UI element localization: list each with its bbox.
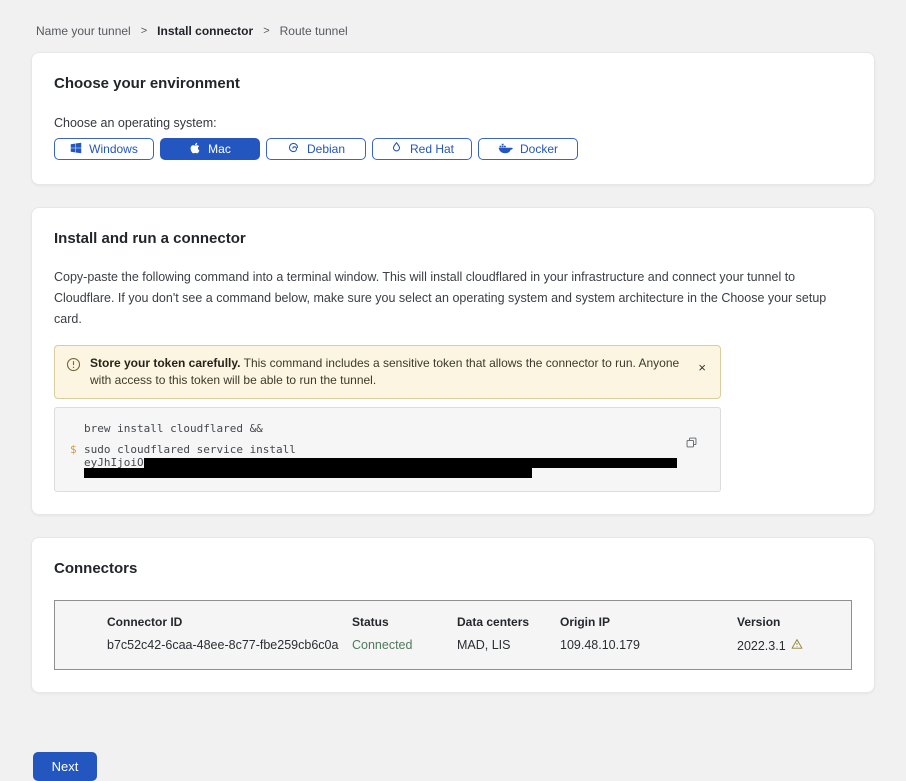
connectors-card-title: Connectors [54,560,852,577]
breadcrumb: Name your tunnel > Install connector > R… [31,0,875,52]
table-row: b7c52c42-6caa-48ee-8c77-fbe259cb6c0a Con… [107,638,841,653]
tunnel-setup-page: Name your tunnel > Install connector > R… [0,0,906,781]
os-button-debian[interactable]: Debian [266,138,366,160]
connectors-card: Connectors Connector ID Status Data cent… [31,537,875,693]
breadcrumb-step-install-connector[interactable]: Install connector [157,24,253,38]
os-button-redhat[interactable]: Red Hat [372,138,472,160]
cell-data-centers: MAD, LIS [457,638,560,653]
windows-icon [70,142,82,157]
os-button-docker[interactable]: Docker [478,138,578,160]
breadcrumb-step-name-tunnel[interactable]: Name your tunnel [36,24,131,38]
token-warning-text: Store your token carefully. This command… [90,355,681,389]
breadcrumb-step-route-tunnel[interactable]: Route tunnel [280,24,348,38]
token-warning-title: Store your token carefully. [90,356,241,370]
col-header-data-centers: Data centers [457,615,560,638]
os-select-label: Choose an operating system: [54,116,852,130]
code-line-token-2 [55,468,720,478]
apple-icon [189,142,201,157]
shell-prompt: $ [55,442,84,457]
environment-card: Choose your environment Choose an operat… [31,52,875,185]
cell-version: 2022.3.1 [737,638,841,653]
col-header-version: Version [737,615,841,638]
docker-icon [498,142,513,157]
token-redaction-bar [84,468,532,478]
code-line-sudo: $ sudo cloudflared service install [55,442,720,457]
install-command-code-block: brew install cloudflared && $ sudo cloud… [54,407,721,492]
token-warning-banner: Store your token carefully. This command… [54,345,721,399]
next-button[interactable]: Next [33,752,97,781]
status-badge: Connected [352,638,457,653]
table-header-row: Connector ID Status Data centers Origin … [107,615,841,638]
breadcrumb-separator: > [263,25,269,37]
copy-icon[interactable] [685,436,698,452]
code-line-token: eyJhIjoiO [55,457,720,468]
os-button-group: Windows Mac Debian Red Hat [54,138,852,162]
os-button-label: Docker [520,142,558,156]
os-button-windows[interactable]: Windows [54,138,154,160]
connectors-table: Connector ID Status Data centers Origin … [54,600,852,670]
cell-origin-ip: 109.48.10.179 [560,638,737,653]
os-button-label: Windows [89,142,138,156]
os-button-label: Debian [307,142,345,156]
environment-card-title: Choose your environment [54,75,852,92]
connector-card-title: Install and run a connector [54,230,852,247]
col-header-connector-id: Connector ID [107,615,352,638]
os-button-label: Red Hat [410,142,454,156]
alert-circle-icon [66,357,81,377]
debian-icon [287,141,300,157]
col-header-status: Status [352,615,457,638]
os-button-mac[interactable]: Mac [160,138,260,160]
breadcrumb-separator: > [141,25,147,37]
token-redaction-bar [144,458,677,468]
os-button-label: Mac [208,142,231,156]
token-prefix: eyJhIjoiO [84,457,144,468]
col-header-origin-ip: Origin IP [560,615,737,638]
code-line-brew: brew install cloudflared && [55,421,720,436]
connector-card: Install and run a connector Copy-paste t… [31,207,875,515]
cell-connector-id: b7c52c42-6caa-48ee-8c77-fbe259cb6c0a [107,638,352,653]
close-icon[interactable]: × [698,361,706,374]
redhat-icon [390,141,403,157]
warning-triangle-icon [791,638,803,653]
connector-description: Copy-paste the following command into a … [54,267,849,330]
